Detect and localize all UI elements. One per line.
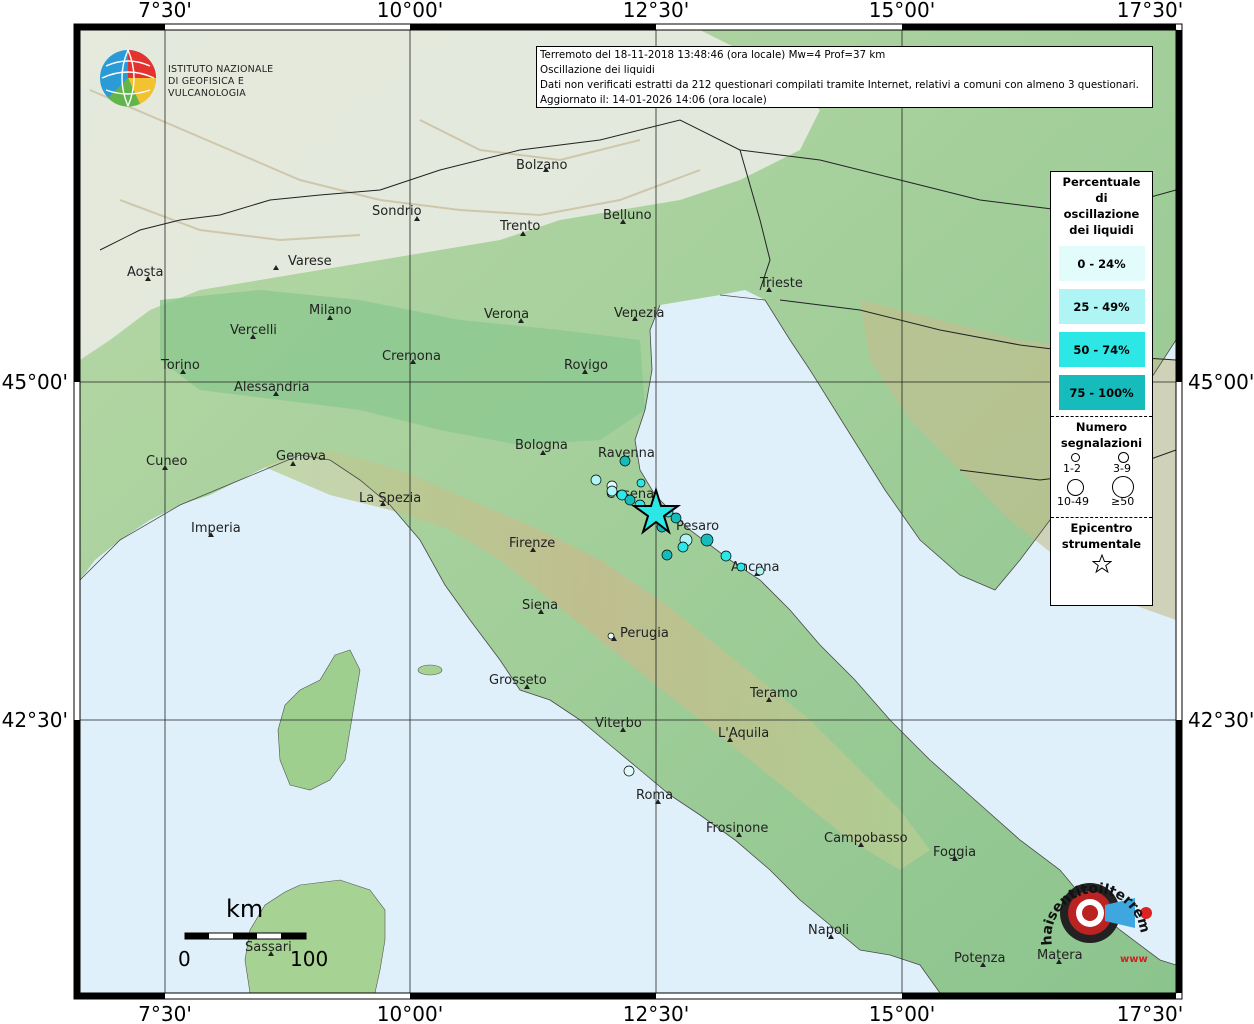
size-label: ≥50 bbox=[1111, 495, 1135, 508]
longitude-labels-bottom: 7°30' 10°00' 12°30' 15°00' 17°30' bbox=[138, 1002, 1183, 1024]
data-point bbox=[590, 474, 602, 486]
event-info-line: Dati non verificati estratti da 212 ques… bbox=[540, 79, 1139, 91]
data-point bbox=[623, 765, 635, 777]
city-label: Genova bbox=[276, 449, 326, 464]
scale-max-label: 100 bbox=[290, 947, 329, 971]
longitude-labels-top: 7°30' 10°00' 12°30' 15°00' 17°30' bbox=[138, 0, 1183, 22]
lon-label-bottom-5: 17°30' bbox=[1117, 1002, 1183, 1024]
legend-class-label: 50 - 74% bbox=[1073, 342, 1130, 357]
city-label: Frosinone bbox=[706, 821, 768, 836]
city-label: Grosseto bbox=[489, 673, 547, 688]
legend-title: Percentuale di oscillazione dei liquidi bbox=[1062, 175, 1141, 237]
legend-class-3: 50 - 74% bbox=[1058, 332, 1145, 367]
city-label: Verona bbox=[484, 307, 529, 322]
city-label: Alessandria bbox=[234, 380, 309, 395]
data-point bbox=[677, 541, 689, 553]
scale-bar: km 0 100 bbox=[176, 895, 329, 975]
data-point bbox=[607, 632, 615, 640]
event-info-line: Aggiornato il: 14-01-2026 14:06 (ora loc… bbox=[540, 94, 767, 106]
lat-label-left-1: 45°00' bbox=[2, 370, 68, 394]
city-label: Imperia bbox=[191, 521, 241, 536]
lat-label-right-1: 45°00' bbox=[1188, 370, 1254, 394]
city-label: Venezia bbox=[614, 306, 665, 321]
legend-class-label: 0 - 24% bbox=[1077, 256, 1126, 271]
lon-label-bottom-1: 7°30' bbox=[138, 1002, 192, 1024]
size-label: 1-2 bbox=[1063, 462, 1081, 475]
lon-label-bottom-2: 10°00' bbox=[377, 1002, 443, 1024]
lon-label-bottom-3: 12°30' bbox=[623, 1002, 689, 1024]
city-label: Cuneo bbox=[146, 454, 188, 469]
scale-min-label: 0 bbox=[178, 947, 191, 971]
data-point bbox=[636, 478, 646, 488]
data-point bbox=[624, 494, 636, 506]
data-point bbox=[755, 566, 765, 576]
scale-bar-graphic bbox=[184, 932, 307, 940]
city-label: Sondrio bbox=[372, 204, 422, 219]
badge-text-ring: haisentitoilterremoto.it www bbox=[1035, 858, 1152, 965]
event-info-line: Oscillazione dei liquidi bbox=[540, 64, 655, 76]
legend-class-4: 75 - 100% bbox=[1058, 375, 1145, 410]
svg-text:haisentitoilterremoto.it: haisentitoilterremoto.it bbox=[1040, 870, 1150, 946]
city-label: Aosta bbox=[127, 265, 163, 280]
legend-class-label: 25 - 49% bbox=[1073, 299, 1130, 314]
city-label: Trento bbox=[499, 219, 540, 234]
lon-label-top-4: 15°00' bbox=[869, 0, 935, 22]
lon-label-top-5: 17°30' bbox=[1117, 0, 1183, 22]
legend-count-title: Numero segnalazioni bbox=[1060, 420, 1143, 450]
legend-size-key: 1-2 3-9 10-49 ≥50 bbox=[1051, 451, 1152, 515]
logo-line-1: ISTITUTO NAZIONALE bbox=[168, 64, 274, 75]
event-info-box: Terremoto del 18-11-2018 13:48:46 (ora l… bbox=[536, 46, 1153, 108]
badge-text: haisentitoilterremoto.it bbox=[1035, 858, 1152, 946]
city-label: Teramo bbox=[749, 686, 798, 701]
lon-label-top-3: 12°30' bbox=[623, 0, 689, 22]
data-point bbox=[661, 549, 673, 561]
city-label: Torino bbox=[160, 358, 200, 373]
city-label: Bolzano bbox=[516, 158, 568, 173]
city-label: Trieste bbox=[759, 276, 803, 291]
city-label: Roma bbox=[636, 788, 673, 803]
scale-unit: km bbox=[226, 895, 264, 923]
city-label: Viterbo bbox=[595, 716, 642, 731]
data-point bbox=[720, 550, 732, 562]
city-label: Campobasso bbox=[824, 831, 908, 846]
elba bbox=[417, 664, 443, 676]
size-label: 3-9 bbox=[1113, 462, 1131, 475]
legend-epicenter-title: Epicentro strumentale bbox=[1061, 521, 1142, 551]
city-label: Bologna bbox=[515, 438, 568, 453]
lat-label-left-2: 42°30' bbox=[2, 708, 68, 732]
legend-class-1: 0 - 24% bbox=[1058, 246, 1145, 281]
lon-label-bottom-4: 15°00' bbox=[869, 1002, 935, 1024]
city-label: Napoli bbox=[808, 923, 849, 938]
data-point bbox=[606, 485, 618, 497]
legend-class-label: 75 - 100% bbox=[1069, 385, 1134, 400]
lat-label-right-2: 42°30' bbox=[1188, 708, 1254, 732]
city-label: La Spezia bbox=[359, 491, 421, 506]
badge-sub: www bbox=[1120, 954, 1148, 965]
lon-label-top-2: 10°00' bbox=[377, 0, 443, 22]
size-label: 10-49 bbox=[1057, 495, 1089, 508]
city-label: Potenza bbox=[954, 951, 1005, 966]
size-circle-large bbox=[1067, 479, 1084, 496]
city-label: Belluno bbox=[603, 208, 652, 223]
star-icon bbox=[1091, 553, 1112, 574]
logo-line-2: DI GEOFISICA E VULCANOLOGIA bbox=[168, 76, 246, 99]
data-point bbox=[670, 512, 682, 524]
data-point bbox=[736, 562, 746, 572]
city-label: Pesaro bbox=[676, 519, 719, 534]
data-point bbox=[619, 455, 631, 467]
legend-class-2: 25 - 49% bbox=[1058, 289, 1145, 324]
size-circle-small bbox=[1071, 453, 1080, 462]
globe-icon bbox=[100, 49, 157, 107]
ingv-logo: ISTITUTO NAZIONALE DI GEOFISICA E VULCAN… bbox=[98, 46, 318, 110]
haisentito-badge-text: haisentitoilterremoto.it www bbox=[1035, 858, 1152, 970]
city-label: Perugia bbox=[620, 626, 669, 641]
ingv-logo-text: ISTITUTO NAZIONALE DI GEOFISICA E VULCAN… bbox=[168, 64, 318, 100]
event-info-line: Terremoto del 18-11-2018 13:48:46 (ora l… bbox=[540, 49, 886, 61]
lon-label-top-1: 7°30' bbox=[138, 0, 192, 22]
city-label: Varese bbox=[288, 254, 332, 269]
data-point bbox=[700, 533, 714, 547]
map-legend: Percentuale di oscillazione dei liquidi … bbox=[1050, 171, 1153, 606]
city-label: L'Aquila bbox=[718, 726, 769, 741]
